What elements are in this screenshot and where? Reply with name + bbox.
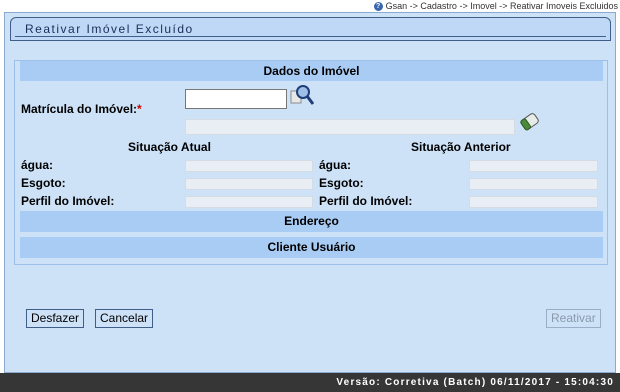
agua-anterior-field (469, 160, 598, 172)
esgoto-anterior-label: Esgoto: (319, 176, 364, 190)
page-title: Reativar Imóvel Excluído (25, 22, 194, 36)
dados-imovel-header: Dados do Imóvel (20, 61, 603, 81)
desfazer-button[interactable]: Desfazer (26, 309, 85, 328)
required-mark: * (137, 102, 142, 116)
eraser-icon[interactable] (519, 110, 541, 134)
breadcrumb: ? Gsan -> Cadastro -> Imovel -> Reativar… (373, 0, 618, 12)
agua-atual-label: água: (21, 158, 54, 172)
agua-anterior-label: água: (319, 158, 352, 172)
perfil-atual-label: Perfil do Imóvel: (21, 194, 115, 208)
help-icon[interactable]: ? (373, 1, 383, 11)
esgoto-atual-label: Esgoto: (21, 176, 66, 190)
esgoto-atual-field (185, 178, 313, 190)
perfil-anterior-field (469, 196, 598, 208)
matricula-input[interactable] (185, 89, 287, 109)
title-bar: Reativar Imóvel Excluído (10, 17, 611, 41)
magnifier-icon[interactable] (290, 84, 314, 106)
agua-atual-field (185, 160, 313, 172)
esgoto-anterior-field (469, 178, 598, 190)
matricula-label-text: Matrícula do Imóvel: (21, 102, 138, 116)
perfil-anterior-label: Perfil do Imóvel: (319, 194, 413, 208)
cancelar-button[interactable]: Cancelar (95, 309, 154, 328)
title-underline (15, 36, 606, 37)
perfil-atual-field (185, 196, 313, 208)
endereco-section-header[interactable]: Endereço (20, 211, 603, 232)
version-footer: Versão: Corretiva (Batch) 06/11/2017 - 1… (0, 373, 620, 392)
breadcrumb-text: Gsan -> Cadastro -> Imovel -> Reativar I… (385, 1, 618, 11)
cliente-usuario-section-header[interactable]: Cliente Usuário (20, 237, 603, 258)
matricula-label: Matrícula do Imóvel:* (21, 102, 142, 116)
situacao-atual-header: Situação Atual (128, 140, 211, 154)
reativar-button[interactable]: Reativar (546, 309, 601, 328)
situacao-anterior-header: Situação Anterior (411, 140, 511, 154)
imovel-description-field (185, 119, 515, 135)
